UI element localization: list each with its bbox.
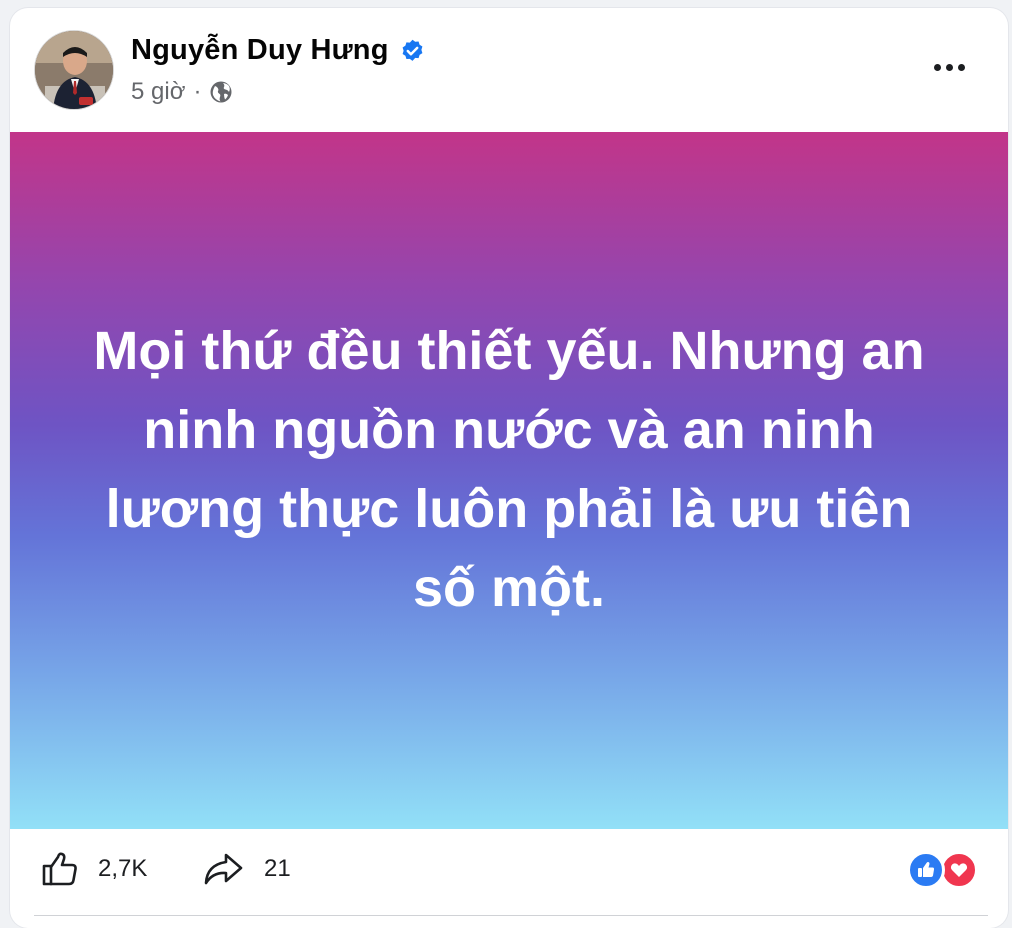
avatar-photo bbox=[35, 31, 113, 109]
share-arrow-icon bbox=[204, 853, 243, 885]
post-footer: 2,7K 21 bbox=[10, 829, 1008, 922]
globe-icon[interactable] bbox=[209, 80, 233, 104]
like-glyph-icon bbox=[918, 862, 935, 877]
author-avatar[interactable] bbox=[34, 30, 114, 110]
post-time[interactable]: 5 giờ bbox=[131, 78, 185, 106]
more-options-button[interactable] bbox=[925, 52, 973, 82]
post-text-background: Mọi thứ đều thiết yếu. Nhưng an ninh ngu… bbox=[10, 132, 1008, 829]
more-dot-icon bbox=[933, 63, 941, 71]
heart-glyph-icon bbox=[950, 863, 968, 877]
like-reaction-icon bbox=[907, 851, 945, 889]
more-dot-icon bbox=[957, 63, 965, 71]
footer-divider bbox=[34, 915, 988, 916]
post-card: Nguyễn Duy Hưng 5 giờ · Mọi thứ đều thiế… bbox=[10, 8, 1008, 928]
more-dot-icon bbox=[945, 63, 953, 71]
verified-badge-icon bbox=[402, 39, 423, 61]
post-text: Mọi thứ đều thiết yếu. Nhưng an ninh ngu… bbox=[93, 320, 925, 618]
like-button[interactable]: 2,7K bbox=[40, 849, 147, 889]
thumbs-up-icon bbox=[42, 852, 77, 886]
like-count[interactable]: 2,7K bbox=[98, 855, 147, 883]
post-meta: 5 giờ · bbox=[131, 78, 233, 106]
post-header: Nguyễn Duy Hưng 5 giờ · bbox=[10, 8, 1008, 132]
share-button[interactable]: 21 bbox=[202, 849, 291, 889]
reactions-summary[interactable] bbox=[907, 851, 987, 891]
share-count[interactable]: 21 bbox=[264, 855, 291, 883]
love-reaction-icon bbox=[940, 851, 978, 889]
author-name[interactable]: Nguyễn Duy Hưng bbox=[131, 34, 389, 67]
meta-separator: · bbox=[193, 78, 202, 105]
